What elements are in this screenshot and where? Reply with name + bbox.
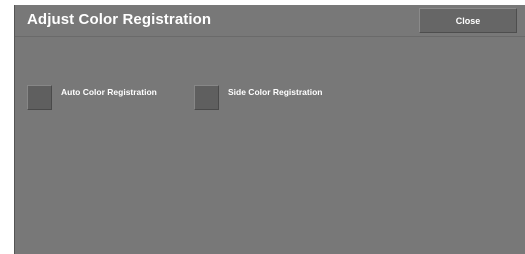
side-color-registration-checkbox[interactable] — [194, 85, 219, 110]
auto-color-registration-option[interactable]: Auto Color Registration — [27, 85, 157, 110]
screen-header: Adjust Color Registration Close — [15, 5, 525, 37]
side-color-registration-option[interactable]: Side Color Registration — [194, 85, 322, 110]
adjust-color-registration-screen: Adjust Color Registration Close Auto Col… — [14, 5, 525, 254]
page-title: Adjust Color Registration — [27, 11, 212, 28]
auto-color-registration-checkbox[interactable] — [27, 85, 52, 110]
side-color-registration-label: Side Color Registration — [228, 87, 323, 97]
close-button[interactable]: Close — [419, 8, 517, 33]
auto-color-registration-label: Auto Color Registration — [61, 87, 157, 97]
